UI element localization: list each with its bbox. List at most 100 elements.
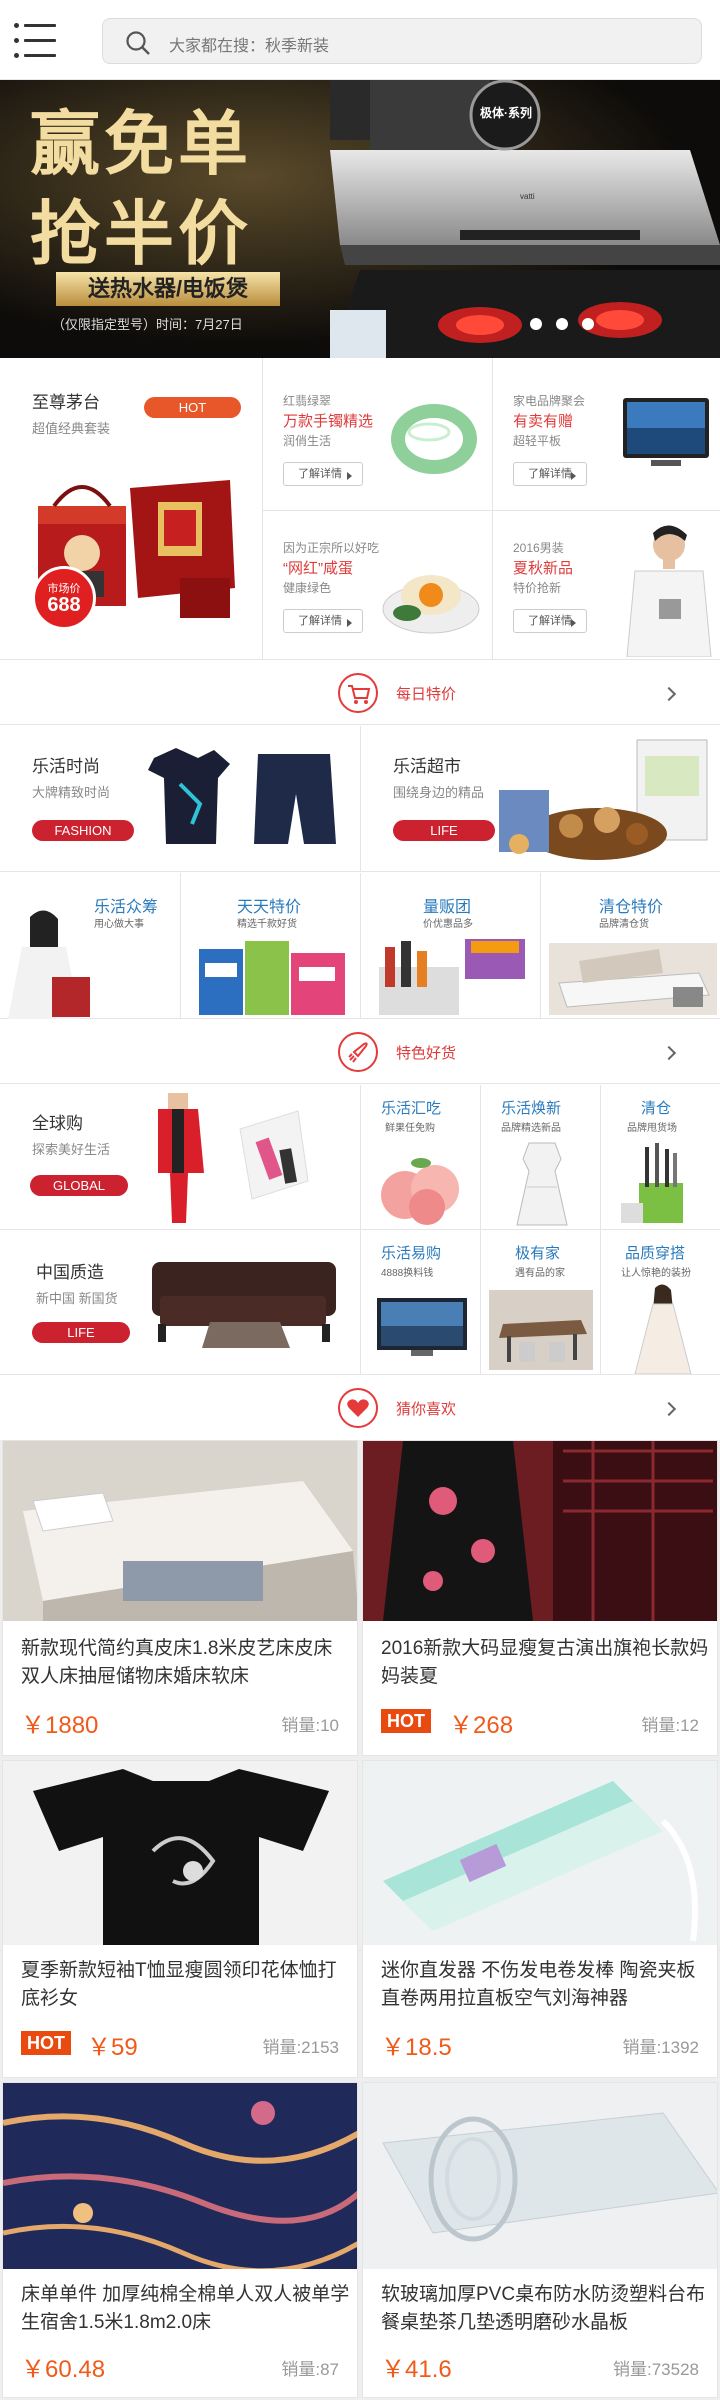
market-title: 乐活超市 bbox=[393, 757, 461, 776]
card-sub: 用心做大事 bbox=[94, 919, 144, 930]
product-card[interactable]: 迷你直发器 不伤发电卷发棒 陶瓷夹板直卷两用拉直板空气刘海神器 ￥18.5 销量… bbox=[362, 1760, 718, 2078]
tv-image bbox=[377, 1298, 467, 1356]
cell-title: 乐活焕新 bbox=[501, 1100, 562, 1117]
crowdfunding-card[interactable]: 乐活众筹 用心做大事 bbox=[0, 873, 180, 1019]
tile-small: 红翡绿翠 bbox=[283, 394, 332, 408]
tile-small: 因为正宗所以好吃 bbox=[283, 541, 380, 555]
clearance-cell[interactable]: 清仓 品牌甩货场 bbox=[601, 1085, 720, 1229]
cosmetics-image bbox=[379, 939, 525, 1015]
snacks-image bbox=[499, 739, 708, 860]
bracelet-promo[interactable]: 红翡绿翠 万款手镯精选 润俏生活 了解详情 bbox=[263, 358, 492, 509]
male-model-image bbox=[626, 525, 712, 657]
card-title: 乐活众筹 bbox=[94, 899, 159, 916]
guess-title: 猜你喜欢 bbox=[396, 1401, 457, 1418]
product-price: ￥18.5 bbox=[381, 2034, 452, 2061]
group-buy-card[interactable]: 量贩团 价优惠品多 bbox=[361, 873, 540, 1019]
learn-more-button[interactable]: 了解详情 bbox=[513, 462, 587, 486]
coat-lipstick-image bbox=[158, 1093, 309, 1223]
maotai-title: 至尊茅台 bbox=[32, 393, 100, 412]
rocket-icon bbox=[338, 1032, 378, 1072]
bracelet-image bbox=[391, 404, 477, 474]
global-title: 全球购 bbox=[32, 1114, 83, 1133]
product-image-bed bbox=[3, 1441, 357, 1621]
cell-title: 乐活汇吃 bbox=[381, 1100, 442, 1117]
tile-small: 家电品牌聚会 bbox=[513, 394, 586, 408]
search-input[interactable]: 大家都在搜：秋季新装 bbox=[102, 18, 702, 64]
clearance-card[interactable]: 清仓特价 品牌清仓货 bbox=[541, 873, 720, 1019]
product-name: 2016新款大码显瘦复古演出旗袍长款妈妈装夏 bbox=[381, 1638, 709, 1687]
product-price: ￥41.6 bbox=[381, 2356, 452, 2383]
section-bar-daily[interactable]: 每日特价 bbox=[0, 661, 720, 725]
global-subtitle: 探索美好生活 bbox=[32, 1142, 111, 1157]
cell-sub: 品牌甩货场 bbox=[627, 1123, 677, 1134]
hero-banner[interactable]: 赢免单 抢半价 送热水器/电饭煲 （仅限指定型号）时间：7月27日 极体·系列 … bbox=[0, 80, 720, 358]
supermarket-card[interactable]: 乐活超市 围绕身边的精品 LIFE bbox=[361, 726, 720, 872]
home-card[interactable]: 极有家 遇有品的家 bbox=[481, 1230, 600, 1375]
product-sales: 销量:87 bbox=[281, 2360, 339, 2379]
market-price-badge: 市场价 688 bbox=[32, 566, 96, 630]
market-subtitle: 围绕身边的精品 bbox=[393, 785, 485, 800]
renew-card[interactable]: 乐活焕新 品牌精选新品 bbox=[481, 1085, 600, 1229]
daily-special-card[interactable]: 天天特价 精选千款好货 bbox=[181, 873, 360, 1019]
tile-sub: 特价抢新 bbox=[513, 581, 562, 595]
cell-title: 清仓 bbox=[641, 1100, 672, 1117]
food-card[interactable]: 乐活汇吃 鲜果任免购 bbox=[361, 1085, 480, 1229]
daily-deals-title: 每日特价 bbox=[396, 686, 457, 703]
easybuy-card[interactable]: 乐活易购 4888换料钱 bbox=[361, 1230, 480, 1375]
tile-title: 万款手镯精选 bbox=[283, 413, 374, 430]
dress-image bbox=[516, 1142, 568, 1226]
china-subtitle: 新中国 新国货 bbox=[36, 1291, 118, 1306]
section-bar-featured[interactable]: 特色好货 bbox=[0, 1020, 720, 1084]
banner-gift: 送热水器/电饭煲 bbox=[56, 272, 280, 306]
tv-promo[interactable]: 家电品牌聚会 有卖有赠 超轻平板 了解详情 bbox=[493, 358, 720, 509]
learn-more-button[interactable]: 了解详情 bbox=[283, 462, 363, 486]
woman-dress-image bbox=[634, 1284, 692, 1374]
learn-more-button[interactable]: 了解详情 bbox=[513, 609, 587, 633]
chevron-right-icon bbox=[661, 686, 677, 702]
product-card[interactable]: 2016新款大码显瘦复古演出旗袍长款妈妈装夏 HOT ￥268 销量:12 bbox=[362, 1440, 718, 1756]
market-tag: LIFE bbox=[393, 820, 495, 841]
product-price: ￥1880 bbox=[21, 1712, 99, 1739]
product-name: 夏季新款短袖T恤显瘦圆领印花体恤打底衫女 bbox=[21, 1960, 337, 2009]
card-title: 清仓特价 bbox=[599, 899, 664, 916]
product-card[interactable]: 床单单件 加厚纯棉全棉单人双人被单学生宿舍1.5米1.8m2.0床 ￥60.48… bbox=[2, 2082, 358, 2398]
kitchen-tools-image bbox=[621, 1143, 683, 1223]
product-sales: 销量:1392 bbox=[622, 2038, 699, 2057]
tile-title: “网红”咸蛋 bbox=[283, 560, 353, 577]
product-sales: 销量:10 bbox=[281, 1716, 339, 1735]
chevron-right-icon bbox=[661, 1045, 677, 1061]
section-bar-guess[interactable]: 猜你喜欢 bbox=[0, 1376, 720, 1440]
promo-section: 至尊茅台 超值经典套装 HOT 市场价 688 红翡绿翠 万款手镯精选 润俏生活… bbox=[0, 358, 720, 660]
maotai-promo[interactable]: 至尊茅台 超值经典套装 HOT 市场价 688 bbox=[0, 358, 262, 658]
outfit-card[interactable]: 品质穿搭 让人惊艳的装扮 bbox=[601, 1230, 720, 1375]
banner-note: （仅限指定型号）时间：7月27日 bbox=[52, 317, 243, 332]
brand-badge: 极体·系列 bbox=[480, 106, 532, 120]
learn-more-button[interactable]: 了解详情 bbox=[283, 609, 363, 633]
product-card[interactable]: 夏季新款短袖T恤显瘦圆领印花体恤打底衫女 HOT ￥59 销量:2153 bbox=[2, 1760, 358, 2078]
salted-egg-image bbox=[382, 575, 480, 634]
peach-image bbox=[381, 1158, 459, 1225]
fashion-subtitle: 大牌精致时尚 bbox=[32, 785, 111, 800]
product-card[interactable]: 软玻璃加厚PVC桌布防水防烫塑料台布餐桌垫茶几垫透明磨砂水晶板 ￥41.6 销量… bbox=[362, 2082, 718, 2398]
egg-promo[interactable]: 因为正宗所以好吃 “网红”咸蛋 健康绿色 了解详情 bbox=[263, 511, 492, 658]
global-tag: GLOBAL bbox=[30, 1175, 128, 1196]
product-image-bedsheet bbox=[3, 2083, 357, 2269]
menu-icon[interactable] bbox=[14, 18, 62, 62]
global-card[interactable]: 全球购 探索美好生活 GLOBAL bbox=[0, 1085, 360, 1229]
heart-icon bbox=[338, 1388, 378, 1428]
china-made-card[interactable]: 中国质造 新中国 新国货 LIFE bbox=[0, 1230, 360, 1375]
tile-sub: 健康绿色 bbox=[283, 581, 332, 595]
featured-title: 特色好货 bbox=[396, 1045, 457, 1062]
clothing-image bbox=[148, 748, 336, 844]
tile-sub: 超轻平板 bbox=[513, 434, 562, 448]
menswear-promo[interactable]: 2016男装 夏秋新品 特价抢新 了解详情 bbox=[493, 511, 720, 658]
cell-title: 极有家 bbox=[515, 1245, 561, 1262]
cell-title: 品质穿搭 bbox=[625, 1245, 686, 1262]
cell-sub: 4888换料钱 bbox=[381, 1268, 434, 1279]
chevron-right-icon bbox=[661, 1401, 677, 1417]
search-icon bbox=[126, 31, 150, 55]
product-card[interactable]: 新款现代简约真皮床1.8米皮艺床皮床双人床抽屉储物床婚床软床 ￥1880 销量:… bbox=[2, 1440, 358, 1756]
card-sub: 价优惠品多 bbox=[423, 919, 473, 930]
fashion-card[interactable]: 乐活时尚 大牌精致时尚 FASHION bbox=[0, 726, 360, 872]
top-header: 大家都在搜：秋季新装 bbox=[0, 0, 720, 80]
